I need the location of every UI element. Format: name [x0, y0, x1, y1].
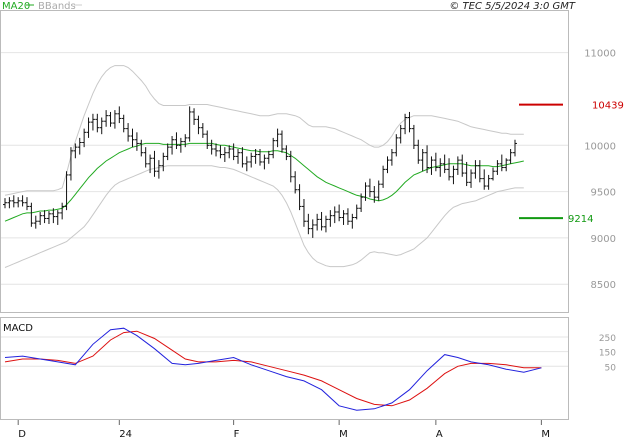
price-tick-label: 9500: [591, 188, 616, 199]
price-tick-label: 9000: [591, 234, 616, 245]
macd-tick-label: 150: [599, 349, 616, 359]
x-tick-label: M: [541, 429, 550, 440]
x-tick-label: M: [339, 429, 348, 440]
macd-panel-frame: [0, 317, 569, 420]
price-tick-label: 8500: [591, 280, 616, 291]
x-tick-label: F: [234, 429, 240, 440]
x-tick-label: A: [436, 429, 443, 440]
support-label: 9214: [568, 214, 593, 225]
macd-title: MACD: [3, 323, 33, 334]
y-axis-labels: 8500 9000 9500 10000 11000 50 150 250: [584, 49, 616, 374]
ma20-legend: MA20: [2, 1, 30, 12]
resistance-label: 10439: [592, 101, 624, 112]
stock-chart: 10439 9214 8500 9000 9500 10000 11000 50 150 250…: [0, 1, 624, 440]
x-tick-label: 24: [119, 429, 132, 440]
x-axis-labels: D 24 F M A M: [17, 420, 550, 440]
macd-tick-label: 250: [599, 334, 616, 344]
price-tick-label: 10000: [584, 141, 616, 152]
bbands-legend: BBands: [38, 1, 76, 12]
copyright-text: © TEC 5/5/2024 3:0 GMT: [449, 1, 576, 12]
macd-tick-label: 50: [605, 363, 617, 373]
price-tick-label: 11000: [584, 49, 616, 60]
x-tick-label: D: [18, 429, 26, 440]
price-panel-frame: [0, 10, 569, 313]
